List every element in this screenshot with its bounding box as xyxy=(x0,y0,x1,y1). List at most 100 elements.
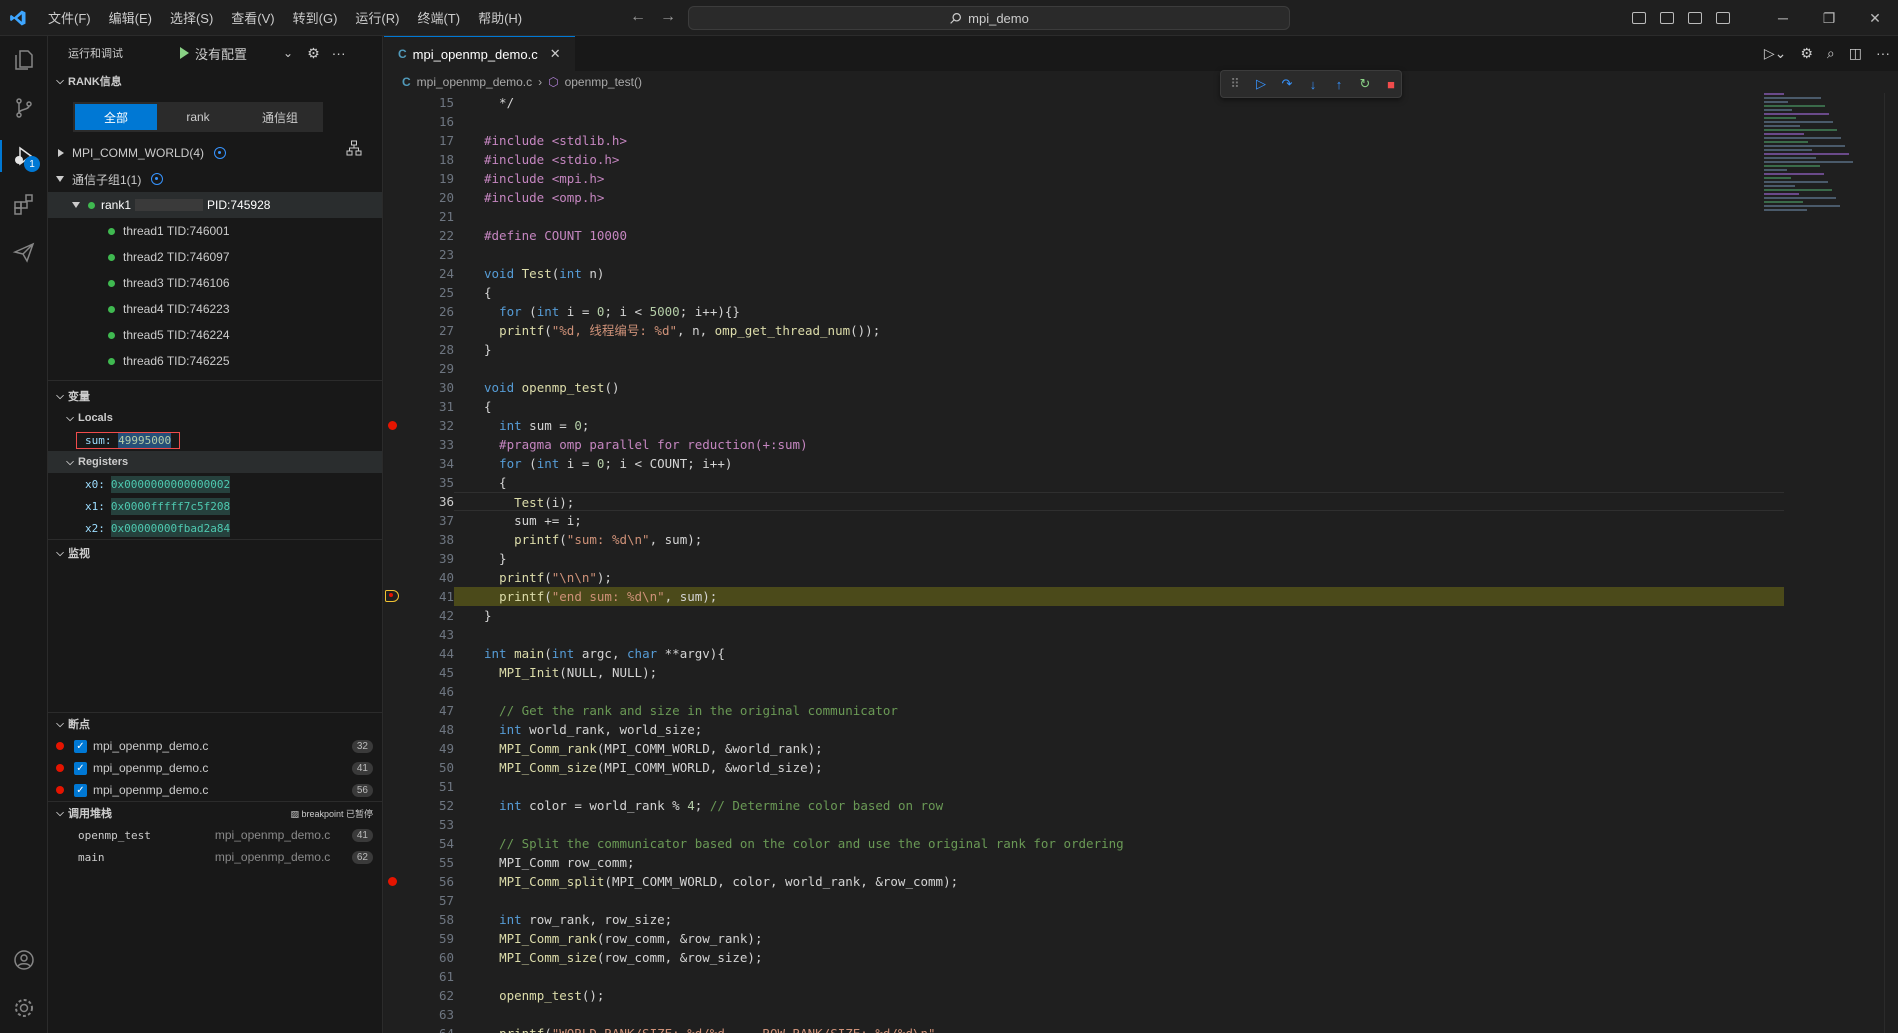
extensions-icon[interactable] xyxy=(0,180,48,228)
tab-mpi-openmp-demo[interactable]: C mpi_openmp_demo.c ✕ xyxy=(384,36,575,71)
toggle-secondary-sidebar-icon[interactable] xyxy=(1688,12,1702,24)
close-window-button[interactable]: ✕ xyxy=(1852,10,1898,27)
code-line[interactable]: 52 int color = world_rank % 4; // Determ… xyxy=(384,796,1784,815)
gear-icon[interactable]: ⚙ xyxy=(1800,45,1813,62)
glyph-margin[interactable] xyxy=(384,131,414,150)
glyph-margin[interactable] xyxy=(384,1005,414,1024)
code-line[interactable]: 39 } xyxy=(384,549,1784,568)
stop-icon[interactable]: ■ xyxy=(1383,76,1399,92)
toggle-primary-sidebar-icon[interactable] xyxy=(1632,12,1646,24)
start-debugging-button[interactable]: 没有配置 xyxy=(180,44,247,63)
search-icon[interactable]: ⌕ xyxy=(1827,45,1835,62)
breakpoint-checkbox[interactable]: ✓ xyxy=(74,739,87,753)
code-line[interactable]: 48 int world_rank, world_size; xyxy=(384,720,1784,739)
code-line[interactable]: 62 openmp_test(); xyxy=(384,986,1784,1005)
breadcrumb-file[interactable]: mpi_openmp_demo.c xyxy=(417,75,532,89)
glyph-margin[interactable] xyxy=(384,188,414,207)
restore-button[interactable]: ❐ xyxy=(1806,10,1852,27)
variable-sum[interactable]: sum: 49995000 xyxy=(48,429,382,451)
breadcrumb-function[interactable]: openmp_test() xyxy=(565,75,642,89)
command-center[interactable]: mpi_demo xyxy=(688,6,1290,30)
glyph-margin[interactable] xyxy=(384,929,414,948)
menu-item[interactable]: 终端(T) xyxy=(409,4,468,31)
glyph-margin[interactable] xyxy=(384,644,414,663)
breakpoint-checkbox[interactable]: ✓ xyxy=(74,783,87,797)
code-line[interactable]: 15 */ xyxy=(384,93,1784,112)
code-line[interactable]: 26 for (int i = 0; i < 5000; i++){} xyxy=(384,302,1784,321)
code-line[interactable]: 46 xyxy=(384,682,1784,701)
register-item[interactable]: x1: 0x0000fffff7c5f208 xyxy=(48,495,382,517)
locals-scope[interactable]: ⌵ Locals xyxy=(48,407,382,429)
glyph-margin[interactable] xyxy=(384,777,414,796)
continue-icon[interactable]: ▷ xyxy=(1253,76,1269,92)
code-line[interactable]: 25 { xyxy=(384,283,1784,302)
glyph-margin[interactable] xyxy=(384,492,414,511)
thread-item[interactable]: thread1 TID:746001 xyxy=(48,218,382,244)
tab-comm-group[interactable]: 通信组 xyxy=(239,104,321,130)
code-line[interactable]: 38 printf("sum: %d\n", sum); xyxy=(384,530,1784,549)
glyph-margin[interactable] xyxy=(384,169,414,188)
breakpoint-checkbox[interactable]: ✓ xyxy=(74,761,87,775)
code-line[interactable]: 16 xyxy=(384,112,1784,131)
drag-handle-icon[interactable]: ⠿ xyxy=(1227,76,1243,92)
register-item[interactable]: x0: 0x0000000000000002 xyxy=(48,473,382,495)
more-actions-icon[interactable]: ··· xyxy=(1876,45,1890,62)
glyph-margin[interactable] xyxy=(384,359,414,378)
code-line[interactable]: 61 xyxy=(384,967,1784,986)
glyph-margin[interactable] xyxy=(384,397,414,416)
menu-item[interactable]: 选择(S) xyxy=(162,4,221,31)
comm-world-node[interactable]: MPI_COMM_WORLD(4) xyxy=(48,140,382,166)
breakpoint-item[interactable]: ✓ mpi_openmp_demo.c 32 xyxy=(48,735,382,757)
code-line[interactable]: 60 MPI_Comm_size(row_comm, &row_size); xyxy=(384,948,1784,967)
glyph-margin[interactable] xyxy=(384,283,414,302)
register-item[interactable]: x2: 0x00000000fbad2a84 xyxy=(48,517,382,539)
code-line[interactable]: 37 sum += i; xyxy=(384,511,1784,530)
glyph-margin[interactable] xyxy=(384,758,414,777)
code-line[interactable]: 43 xyxy=(384,625,1784,644)
glyph-margin[interactable] xyxy=(384,530,414,549)
rank-node[interactable]: rank1 PID:745928 xyxy=(48,192,382,218)
glyph-margin[interactable] xyxy=(384,435,414,454)
watch-section-header[interactable]: ⌵ 监视 xyxy=(48,542,382,564)
hierarchy-icon[interactable] xyxy=(346,140,362,159)
step-out-icon[interactable]: ↑ xyxy=(1331,76,1347,92)
glyph-margin[interactable] xyxy=(384,701,414,720)
locate-target-icon[interactable] xyxy=(151,173,164,185)
code-line[interactable]: 41 printf("end sum: %d\n", sum); xyxy=(384,587,1784,606)
glyph-margin[interactable] xyxy=(384,340,414,359)
glyph-margin[interactable] xyxy=(384,720,414,739)
glyph-margin[interactable] xyxy=(384,549,414,568)
code-line[interactable]: 57 xyxy=(384,891,1784,910)
code-line[interactable]: 53 xyxy=(384,815,1784,834)
glyph-margin[interactable] xyxy=(384,663,414,682)
code-line[interactable]: 24 void Test(int n) xyxy=(384,264,1784,283)
code-line[interactable]: 55 MPI_Comm row_comm; xyxy=(384,853,1784,872)
manage-gear-icon[interactable] xyxy=(0,984,48,1032)
code-line[interactable]: 51 xyxy=(384,777,1784,796)
glyph-margin[interactable] xyxy=(384,682,414,701)
thread-item[interactable]: thread5 TID:746224 xyxy=(48,322,382,348)
code-line[interactable]: 40 printf("\n\n"); xyxy=(384,568,1784,587)
code-line[interactable]: 42} xyxy=(384,606,1784,625)
glyph-margin[interactable] xyxy=(384,834,414,853)
code-line[interactable]: 59 MPI_Comm_rank(row_comm, &row_rank); xyxy=(384,929,1784,948)
glyph-margin[interactable] xyxy=(384,910,414,929)
step-over-icon[interactable]: ↷ xyxy=(1279,76,1295,92)
breakpoints-section-header[interactable]: ⌵ 断点 xyxy=(48,713,382,735)
code-line[interactable]: 27 printf("%d, 线程编号: %d", n, omp_get_thr… xyxy=(384,321,1784,340)
code-line[interactable]: 30 void openmp_test() xyxy=(384,378,1784,397)
glyph-margin[interactable] xyxy=(384,207,414,226)
account-icon[interactable] xyxy=(0,936,48,984)
vertical-scrollbar[interactable] xyxy=(1884,93,1898,1033)
explorer-icon[interactable] xyxy=(0,36,48,84)
menu-item[interactable]: 转到(G) xyxy=(285,4,346,31)
code-line[interactable]: 45 MPI_Init(NULL, NULL); xyxy=(384,663,1784,682)
send-icon[interactable] xyxy=(0,228,48,276)
close-icon[interactable]: ✕ xyxy=(550,46,561,62)
code-line[interactable]: 19 #include <mpi.h> xyxy=(384,169,1784,188)
glyph-margin[interactable] xyxy=(384,302,414,321)
glyph-margin[interactable] xyxy=(384,226,414,245)
run-debug-icon[interactable]: 1 xyxy=(0,132,48,180)
glyph-margin[interactable] xyxy=(384,891,414,910)
code-line[interactable]: 33 #pragma omp parallel for reduction(+:… xyxy=(384,435,1784,454)
